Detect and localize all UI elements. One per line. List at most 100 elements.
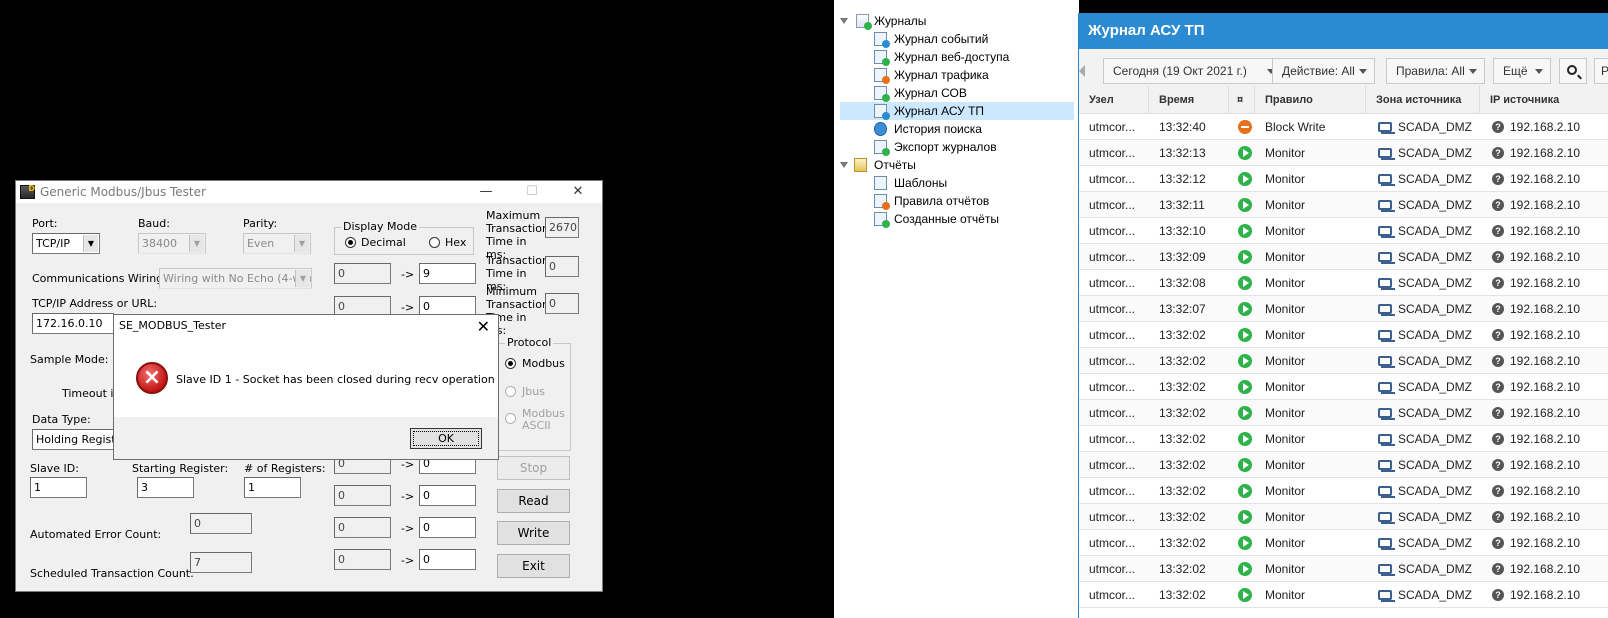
table-row[interactable]: utmcor... 13:32:07 Monitor SCADA_DMZ? 192.16… (1079, 296, 1608, 322)
table-row[interactable]: utmcor... 13:32:02 Monitor SCADA_DMZ? 192.16… (1079, 504, 1608, 530)
table-row[interactable]: utmcor... 13:32:08 Monitor SCADA_DMZ? 192.16… (1079, 270, 1608, 296)
data-type-select[interactable]: Holding Register (32, 429, 114, 450)
table-row[interactable]: utmcor... 13:32:09 Monitor SCADA_DMZ? 192.16… (1079, 244, 1608, 270)
row-ip: 192.168.2.10 (1510, 120, 1581, 134)
export-icon (874, 140, 890, 156)
close-icon[interactable]: ✕ (477, 317, 490, 336)
column-node[interactable]: Узел (1079, 86, 1149, 114)
chevron-down-icon: ▼ (294, 235, 309, 252)
reg-value-field[interactable]: 0 (419, 485, 476, 506)
maximize-icon[interactable]: ☐ (509, 181, 555, 203)
tree-item-web-access-log[interactable]: Журнал веб-доступа (834, 48, 1074, 66)
tree-node-logs[interactable]: Журналы (834, 12, 1074, 30)
parity-select[interactable]: Even ▼ (243, 233, 311, 254)
modbus-radio[interactable] (505, 358, 516, 369)
column-time[interactable]: Время (1149, 86, 1229, 114)
column-source-ip[interactable]: IP источника (1480, 86, 1608, 114)
table-row[interactable]: utmcor... 13:32:02 Monitor SCADA_DMZ? 192.16… (1079, 582, 1608, 608)
monitor-action-icon (1238, 224, 1252, 238)
close-icon[interactable]: ✕ (555, 181, 601, 203)
row-ip: 192.168.2.10 (1510, 198, 1581, 212)
reg-value-field[interactable]: 9 (419, 263, 476, 284)
table-row[interactable]: utmcor... 13:32:12 Monitor SCADA_DMZ? 192.16… (1079, 166, 1608, 192)
reg-value-field[interactable]: 0 (419, 517, 476, 538)
tree-item-ids-log[interactable]: Журнал СОВ (834, 84, 1074, 102)
tree-item-created-reports[interactable]: Созданные отчёты (834, 210, 1074, 228)
tree-item-search-history[interactable]: История поиска (834, 120, 1074, 138)
chevron-left-icon[interactable] (1079, 65, 1085, 77)
title-bar[interactable]: Generic Modbus/Jbus Tester — ☐ ✕ (16, 181, 602, 203)
table-row[interactable]: utmcor... 13:32:02 Monitor SCADA_DMZ? 192.16… (1079, 530, 1608, 556)
monitor-action-icon (1238, 250, 1252, 264)
tree-label: Созданные отчёты (894, 212, 999, 226)
comm-wiring-select[interactable]: Wiring with No Echo (4-wire) ▼ (159, 268, 312, 289)
table-row[interactable]: utmcor... 13:32:02 Monitor SCADA_DMZ? 192.16… (1079, 348, 1608, 374)
network-zone-icon (1378, 512, 1395, 524)
action-filter-button[interactable]: Действие: All (1272, 58, 1375, 84)
start-reg-input[interactable]: 3 (137, 477, 194, 498)
table-row[interactable]: utmcor... 13:32:02 Monitor SCADA_DMZ? 192.16… (1079, 400, 1608, 426)
reg-value-field[interactable]: 0 (419, 549, 476, 570)
row-zone: SCADA_DMZ (1398, 562, 1473, 576)
port-select[interactable]: TCP/IP ▼ (32, 233, 100, 254)
help-icon: ? (1492, 199, 1504, 211)
tree-label: Журналы (874, 14, 927, 28)
table-row[interactable]: utmcor... 13:32:02 Monitor SCADA_DMZ? 192.16… (1079, 426, 1608, 452)
column-action[interactable]: ¤ (1229, 86, 1255, 114)
row-rule: Monitor (1265, 458, 1306, 472)
tree-item-log-export[interactable]: Экспорт журналов (834, 138, 1074, 156)
exit-button[interactable]: Exit (497, 554, 570, 578)
table-row[interactable]: utmcor... 13:32:02 Monitor SCADA_DMZ? 192.16… (1079, 452, 1608, 478)
write-button[interactable]: Write (497, 521, 570, 545)
tree-item-templates[interactable]: Шаблоны (834, 174, 1074, 192)
num-regs-input[interactable]: 1 (244, 477, 301, 498)
search-button[interactable] (1559, 58, 1587, 84)
slave-id-input[interactable]: 1 (30, 477, 87, 498)
tx-field: 0 (545, 256, 579, 277)
extra-button[interactable]: Р (1594, 58, 1608, 84)
row-node: utmcor... (1089, 380, 1136, 394)
row-ip: 192.168.2.10 (1510, 328, 1581, 342)
jbus-radio[interactable] (505, 386, 516, 397)
network-zone-icon (1378, 252, 1395, 264)
row-zone: SCADA_DMZ (1398, 146, 1473, 160)
more-filter-button[interactable]: Ещё (1493, 58, 1551, 84)
rules-filter-button[interactable]: Правила: All (1386, 58, 1485, 84)
expand-arrow-icon[interactable] (840, 18, 848, 24)
tree-item-traffic-log[interactable]: Журнал трафика (834, 66, 1074, 84)
modbus-ascii-radio[interactable] (505, 413, 516, 424)
sched-tx-field: 7 (190, 552, 252, 573)
table-row[interactable]: utmcor... 13:32:40 Block Write SCADA_DMZ? 19… (1079, 114, 1608, 140)
ok-button[interactable]: OK (410, 428, 482, 449)
date-filter-button[interactable]: Сегодня (19 Окт 2021 г.) (1103, 58, 1283, 84)
tree-label: Журнал событий (894, 32, 989, 46)
table-row[interactable]: utmcor... 13:32:13 Monitor SCADA_DMZ? 192.16… (1079, 140, 1608, 166)
read-button[interactable]: Read (497, 489, 570, 513)
hex-radio[interactable] (429, 237, 440, 248)
monitor-action-icon (1238, 302, 1252, 316)
tree-node-reports[interactable]: Отчёты (834, 156, 1074, 174)
baud-select[interactable]: 38400 ▼ (138, 233, 206, 254)
column-rule[interactable]: Правило (1255, 86, 1366, 114)
table-row[interactable]: utmcor... 13:32:02 Monitor SCADA_DMZ? 192.16… (1079, 556, 1608, 582)
tree-item-scada-log[interactable]: Журнал АСУ ТП (840, 102, 1074, 120)
expand-arrow-icon[interactable] (840, 162, 848, 168)
table-row[interactable]: utmcor... 13:32:11 Monitor SCADA_DMZ? 192.16… (1079, 192, 1608, 218)
minimize-icon[interactable]: — (463, 181, 509, 203)
row-node: utmcor... (1089, 354, 1136, 368)
table-row[interactable]: utmcor... 13:32:02 Monitor SCADA_DMZ? 192.16… (1079, 478, 1608, 504)
table-row[interactable]: utmcor... 13:32:02 Monitor SCADA_DMZ? 192.16… (1079, 322, 1608, 348)
decimal-radio[interactable] (345, 237, 356, 248)
tree-item-event-log[interactable]: Журнал событий (834, 30, 1074, 48)
column-source-zone[interactable]: Зона источника (1366, 86, 1480, 114)
parity-value: Even (247, 237, 275, 250)
table-row[interactable]: utmcor... 13:32:10 Monitor SCADA_DMZ? 192.16… (1079, 218, 1608, 244)
network-zone-icon (1378, 356, 1395, 368)
tcp-address-input[interactable]: 172.16.0.10 (32, 313, 114, 334)
network-zone-icon (1378, 460, 1395, 472)
tree-item-report-rules[interactable]: Правила отчётов (834, 192, 1074, 210)
stop-button[interactable]: Stop (497, 456, 570, 480)
monitor-action-icon (1238, 146, 1252, 160)
tcp-label: TCP/IP Address or URL: (32, 297, 158, 310)
table-row[interactable]: utmcor... 13:32:02 Monitor SCADA_DMZ? 192.16… (1079, 374, 1608, 400)
